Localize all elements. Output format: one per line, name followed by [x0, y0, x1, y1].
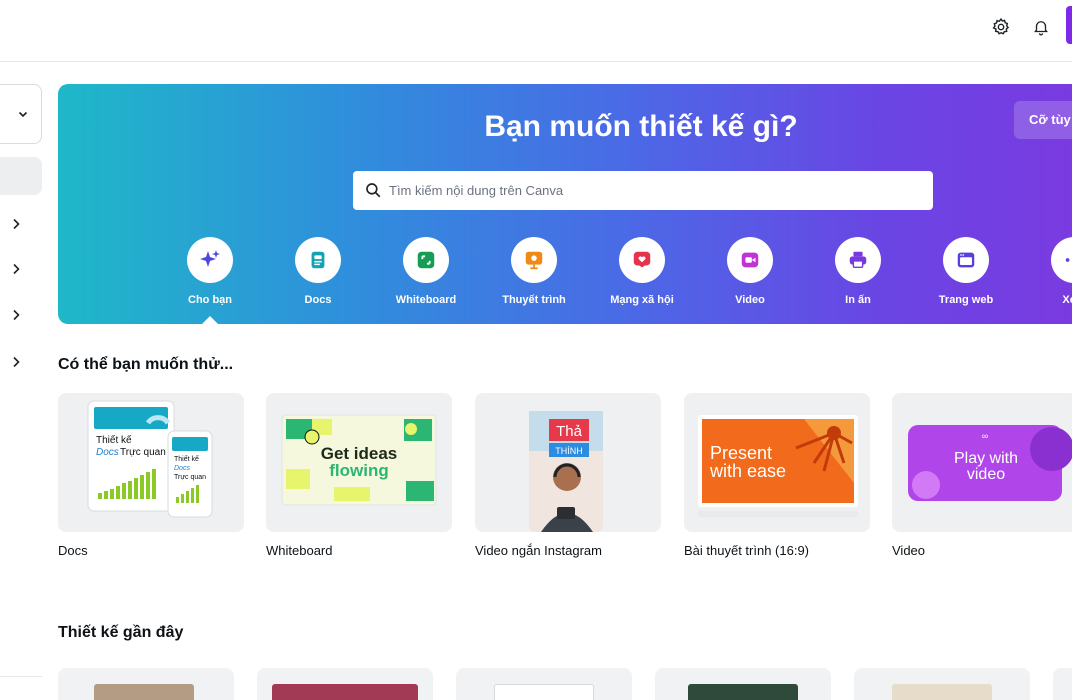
search-input[interactable]	[389, 171, 919, 210]
svg-text:Trực quan: Trực quan	[174, 474, 206, 481]
category-video[interactable]: Video	[700, 237, 800, 317]
video-icon	[727, 237, 773, 283]
top-bar	[0, 0, 1072, 62]
category-label: Docs	[304, 294, 332, 306]
chevron-right-icon[interactable]	[9, 217, 23, 231]
svg-text:flowing: flowing	[329, 461, 388, 480]
recent-thumbnail	[272, 684, 418, 700]
recent-design-card[interactable]	[456, 668, 632, 700]
svg-text:∞: ∞	[982, 431, 988, 441]
category-label: Cho bạn	[188, 294, 232, 306]
category-label: Thuyết trình	[502, 294, 566, 306]
category-website[interactable]: Trang web	[916, 237, 1016, 317]
svg-text:Thiết kế: Thiết kế	[96, 434, 132, 446]
printer-icon	[835, 237, 881, 283]
category-label: Mạng xã hội	[610, 294, 674, 306]
category-more[interactable]: Xem	[1024, 237, 1072, 317]
recent-design-card[interactable]	[655, 668, 831, 700]
recent-design-card[interactable]	[58, 668, 234, 700]
category-for-you[interactable]: Cho bạn	[160, 237, 260, 317]
video-thumbnail: ∞ Play with video	[908, 425, 1072, 501]
chevron-right-icon[interactable]	[9, 308, 23, 322]
section-title-suggestions: Có thể bạn muốn thử...	[58, 356, 234, 373]
recent-thumbnail	[94, 684, 194, 700]
category-label: Trang web	[938, 294, 994, 306]
recent-design-card[interactable]	[854, 668, 1030, 700]
category-print[interactable]: In ấn	[808, 237, 908, 317]
category-label: Xem	[1062, 294, 1072, 306]
sidebar-item-active[interactable]	[0, 157, 42, 195]
heart-icon	[619, 237, 665, 283]
svg-text:video: video	[967, 466, 1005, 483]
hero-banner: Bạn muốn thiết kế gì? Cỡ tùy Cho bạn Doc…	[58, 84, 1072, 324]
chevron-right-icon[interactable]	[9, 262, 23, 276]
svg-text:Docs: Docs	[174, 465, 190, 472]
suggestion-label: Docs	[58, 543, 88, 558]
svg-text:Thiết kế: Thiết kế	[174, 454, 199, 463]
avatar[interactable]	[1066, 6, 1072, 44]
bell-icon[interactable]	[1028, 14, 1054, 40]
sidebar-divider	[0, 676, 42, 677]
category-presentation[interactable]: Thuyết trình	[484, 237, 584, 317]
category-label: Whiteboard	[395, 294, 457, 306]
suggestion-card-video[interactable]: ∞ Play with video	[892, 393, 1072, 532]
category-bar: Cho bạn Docs Whiteboard Thuyết trình Mạn…	[58, 237, 1072, 317]
suggestion-label: Video	[892, 543, 926, 558]
svg-text:with ease: with ease	[709, 461, 786, 481]
sparkle-icon	[187, 237, 233, 283]
more-icon	[1051, 237, 1072, 283]
gear-icon[interactable]	[988, 14, 1014, 40]
whiteboard-icon	[403, 237, 449, 283]
custom-size-button[interactable]: Cỡ tùy	[1014, 101, 1072, 139]
suggestion-label: Video ngắn Instagram	[475, 543, 602, 558]
svg-text:THÍNH: THÍNH	[555, 446, 583, 456]
chevron-right-icon[interactable]	[9, 355, 23, 369]
suggestion-card-whiteboard[interactable]: Get ideas flowing	[266, 393, 452, 532]
suggestion-label: Whiteboard	[266, 543, 333, 558]
recent-design-card[interactable]	[1053, 668, 1072, 700]
suggestion-card-presentation[interactable]: Present with ease	[684, 393, 870, 532]
presentation-thumbnail: Present with ease	[698, 415, 858, 517]
svg-text:Docs: Docs	[96, 447, 119, 458]
category-label: In ấn	[845, 294, 871, 306]
svg-text:Present: Present	[710, 443, 772, 463]
svg-text:Play with: Play with	[954, 450, 1018, 467]
svg-text:Trực quan: Trực quan	[120, 447, 166, 458]
recent-design-card[interactable]	[257, 668, 433, 700]
team-selector[interactable]	[0, 84, 42, 144]
suggestion-label: Bài thuyết trình (16:9)	[684, 543, 810, 558]
recent-thumbnail	[892, 684, 992, 700]
svg-text:Thả: Thả	[556, 423, 583, 440]
hero-title: Bạn muốn thiết kế gì?	[484, 110, 798, 143]
section-title-recent: Thiết kế gần đây	[58, 624, 184, 641]
whiteboard-thumbnail: Get ideas flowing	[281, 414, 437, 506]
presentation-icon	[511, 237, 557, 283]
search-bar[interactable]	[353, 171, 933, 210]
category-docs[interactable]: Docs	[268, 237, 368, 317]
category-whiteboard[interactable]: Whiteboard	[376, 237, 476, 317]
category-label: Video	[735, 294, 765, 306]
suggestion-card-docs[interactable]: Thiết kế Docs Trực quan Thiết kế Docs Tr…	[58, 393, 244, 532]
recent-thumbnail	[494, 684, 594, 700]
website-icon	[943, 237, 989, 283]
instagram-video-thumbnail: Thả THÍNH	[529, 411, 603, 532]
docs-icon	[295, 237, 341, 283]
suggestion-card-instagram-video[interactable]: Thả THÍNH	[475, 393, 661, 532]
selected-category-indicator	[202, 316, 218, 324]
category-social[interactable]: Mạng xã hội	[592, 237, 692, 317]
chevron-down-icon	[17, 107, 29, 125]
docs-thumbnail: Thiết kế Docs Trực quan Thiết kế Docs Tr…	[87, 400, 213, 518]
recent-thumbnail	[688, 684, 798, 700]
search-icon	[364, 181, 382, 204]
